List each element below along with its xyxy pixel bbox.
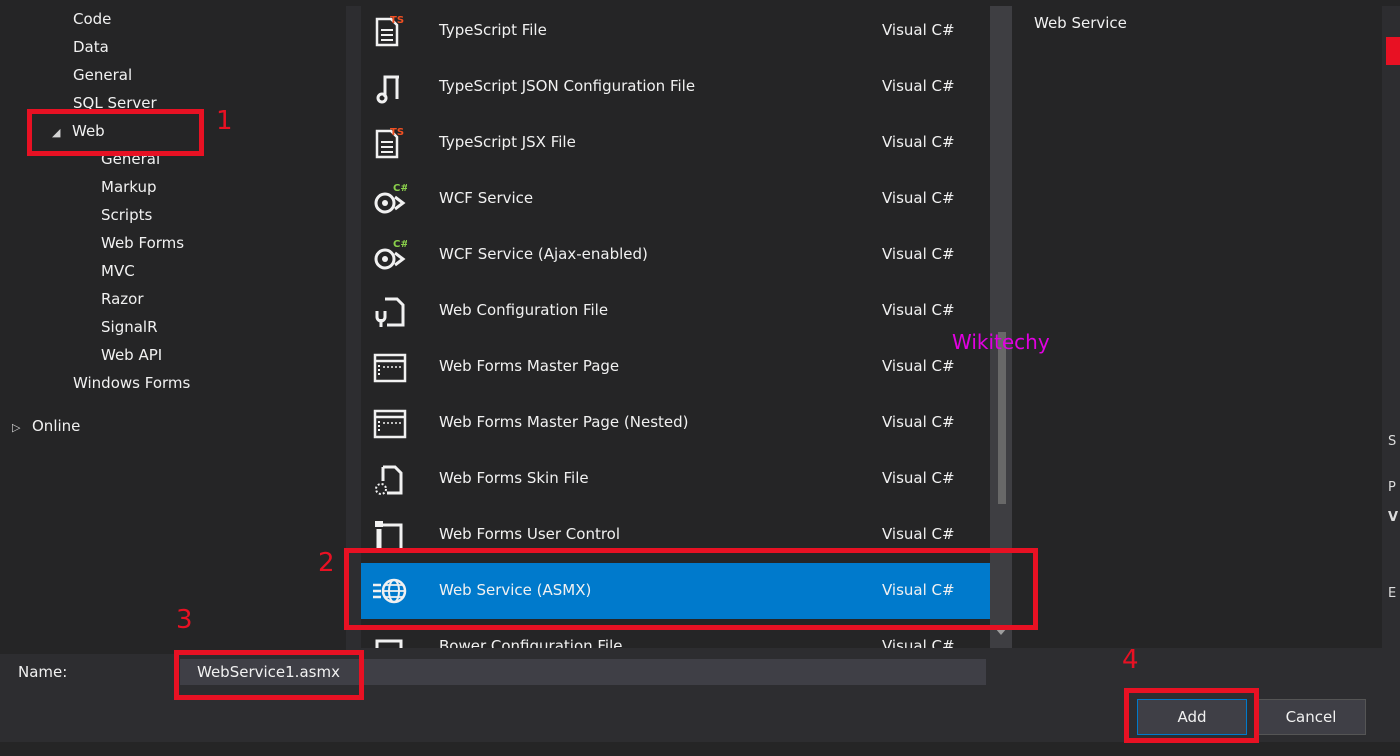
template-language: Visual C# [882,469,955,487]
tree-item-online[interactable]: ▷ Online [12,417,80,437]
annotation-number: 2 [318,548,335,578]
edge-red-marker [1386,37,1400,65]
annotation-box-web [27,109,204,156]
template-label: Web Forms Master Page [439,357,620,375]
tree-item-windows-forms[interactable]: Windows Forms [73,374,190,392]
category-tree: Code Data General SQL Server ◢ Web Genera… [0,6,346,654]
template-language: Visual C# [882,21,955,39]
typescript-file-icon: TS [375,15,404,47]
template-language: Visual C# [882,77,955,95]
template-label: WCF Service (Ajax-enabled) [439,245,648,263]
template-label: Bower Configuration File [439,637,623,648]
template-label: TypeScript JSX File [439,133,576,151]
template-language: Visual C# [882,357,955,375]
scrollbar-thumb[interactable] [998,332,1006,504]
annotation-box-name [174,650,364,700]
template-label: TypeScript JSON Configuration File [439,77,696,95]
template-language: Visual C# [882,637,955,648]
template-language: Visual C# [882,525,955,543]
watermark-text: Wikitechy [952,330,1050,354]
annotation-number: 1 [216,106,233,136]
json-config-icon [376,75,399,104]
master-page-icon [373,353,407,383]
name-label: Name: [18,663,68,681]
svg-text:C#: C# [393,183,407,194]
annotation-box-add [1124,688,1259,743]
list-item[interactable]: TS TypeScript JSX File Visual C# [361,115,990,171]
annotation-box-web-service [344,548,1038,630]
template-language: Visual C# [882,133,955,151]
tree-item-markup[interactable]: Markup [101,178,157,196]
wcf-service-icon: C# [374,239,407,270]
list-item[interactable]: C# WCF Service (Ajax-enabled) Visual C# [361,227,990,283]
tree-item-online-label: Online [32,417,81,435]
list-item[interactable]: Web Configuration File Visual C# [361,283,990,339]
edge-text: P [1388,480,1396,495]
tree-item-mvc[interactable]: MVC [101,262,135,280]
edge-text: V [1388,510,1399,525]
tree-item-web-forms[interactable]: Web Forms [101,234,184,252]
bottom-strip [0,742,1400,756]
web-config-icon [375,297,405,327]
bower-config-icon [375,639,403,648]
wcf-service-icon: C# [374,183,407,214]
list-item[interactable]: Web Forms Master Page (Nested) Visual C# [361,395,990,451]
template-label: Web Forms Skin File [439,469,589,487]
svg-text:C#: C# [393,239,407,250]
skin-file-icon [375,465,403,495]
description-panel: Web Service [1012,6,1382,648]
template-label: Web Forms Master Page (Nested) [439,413,689,431]
template-language: Visual C# [882,301,955,319]
template-language: Visual C# [882,189,955,207]
tree-item-web-api[interactable]: Web API [101,346,162,364]
list-item[interactable]: TS TypeScript File Visual C# [361,6,990,59]
annotation-number: 4 [1122,645,1139,675]
typescript-file-icon: TS [375,127,404,159]
list-item[interactable]: C# WCF Service Visual C# [361,171,990,227]
svg-text:TS: TS [390,127,404,138]
tree-item-data[interactable]: Data [73,38,109,56]
right-edge-fragment: S P V E [1382,6,1400,648]
edge-text: E [1388,586,1397,601]
tree-item-razor[interactable]: Razor [101,290,144,308]
template-label: WCF Service [439,189,534,207]
template-label: TypeScript File [439,21,547,39]
master-page-icon [373,409,407,439]
template-description: Web Service [1034,14,1127,32]
template-language: Visual C# [882,245,955,263]
list-item[interactable]: Web Forms Skin File Visual C# [361,451,990,507]
tree-item-general[interactable]: General [73,66,132,84]
list-item[interactable]: Web Forms Master Page Visual C# [361,339,990,395]
tree-item-signalr[interactable]: SignalR [101,318,158,336]
tree-item-code[interactable]: Code [73,10,111,28]
annotation-number: 3 [176,605,193,635]
template-label: Web Forms User Control [439,525,621,543]
cancel-button[interactable]: Cancel [1256,699,1366,735]
template-label: Web Configuration File [439,301,609,319]
edge-text: S [1388,434,1397,449]
template-language: Visual C# [882,413,955,431]
svg-text:TS: TS [390,15,404,26]
list-item[interactable]: TypeScript JSON Configuration File Visua… [361,59,990,115]
collapsed-arrow-icon[interactable]: ▷ [12,419,24,437]
tree-item-scripts[interactable]: Scripts [101,206,152,224]
